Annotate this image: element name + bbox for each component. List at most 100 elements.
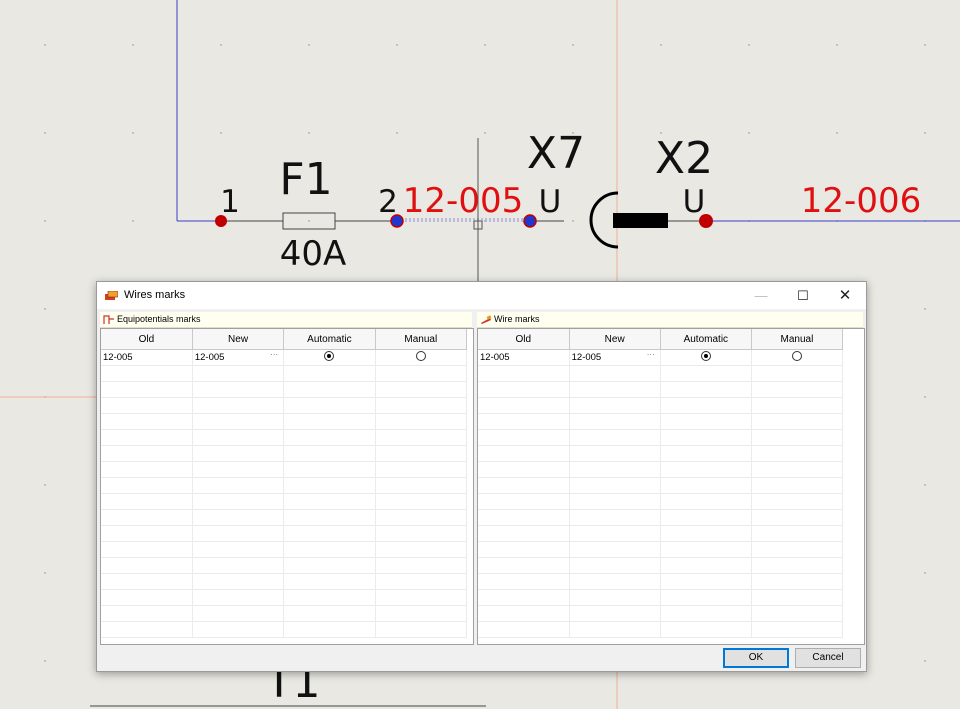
equipotentials-header: Equipotentials marks [100, 312, 472, 328]
wire-mark-12-006[interactable]: 12-006 [801, 181, 921, 221]
empty-cell [283, 573, 376, 590]
empty-cell [192, 621, 285, 638]
grid-dot [44, 44, 46, 46]
empty-cell [101, 525, 193, 542]
empty-row [101, 589, 468, 606]
ellipsis-button[interactable]: ··· [270, 350, 278, 359]
empty-cell [192, 445, 285, 462]
grid-dot [44, 572, 46, 574]
empty-cell [192, 381, 285, 398]
empty-cell [569, 541, 661, 558]
close-button[interactable]: ✕ [824, 282, 866, 309]
connector-plug-symbol[interactable] [613, 213, 668, 228]
grid-dot [220, 132, 222, 134]
grid-dot [396, 44, 398, 46]
empty-cell [101, 429, 193, 446]
column-header-manual[interactable]: Manual [375, 329, 468, 350]
dialog-titlebar[interactable]: Wires marks — ☐ ✕ [97, 282, 866, 309]
cell-new-value[interactable]: 12-005 [572, 352, 602, 363]
empty-cell [478, 541, 570, 558]
table-row[interactable]: 12-005 12-005 ··· [478, 349, 844, 366]
app-icon [105, 291, 118, 300]
empty-row [478, 493, 844, 510]
empty-row [101, 413, 468, 430]
cell-automatic[interactable] [283, 349, 376, 366]
empty-cell [660, 413, 752, 430]
cell-automatic[interactable] [660, 349, 752, 366]
grid-dot [308, 44, 310, 46]
empty-cell [478, 429, 570, 446]
equipotentials-grid[interactable]: Old New Automatic Manual 12-005 12-005 ··… [100, 328, 474, 645]
column-header-old[interactable]: Old [101, 329, 193, 350]
wire-marks-grid[interactable]: Old New Automatic Manual 12-005 12-005 ··… [477, 328, 865, 645]
grid-dot [924, 44, 926, 46]
empty-row [478, 525, 844, 542]
automatic-radio[interactable] [324, 351, 335, 361]
connector-x2-label: X2 [655, 133, 713, 184]
empty-cell [751, 461, 844, 478]
empty-cell [101, 573, 193, 590]
column-header-new[interactable]: New [569, 329, 661, 350]
empty-row [478, 365, 844, 382]
empty-cell [751, 493, 844, 510]
empty-cell [569, 589, 661, 606]
node-x7-u[interactable] [523, 214, 537, 228]
grid-dot [308, 220, 310, 222]
empty-row [478, 477, 844, 494]
empty-row [101, 525, 468, 542]
empty-cell [660, 365, 752, 382]
column-header-old[interactable]: Old [478, 329, 570, 350]
pin-1-label: 1 [220, 184, 240, 220]
wire-marker-icon [481, 315, 492, 324]
column-header-automatic[interactable]: Automatic [660, 329, 752, 350]
fuse-rating-label: 40A [280, 234, 347, 274]
empty-cell [478, 477, 570, 494]
manual-radio[interactable] [415, 351, 426, 361]
cancel-button[interactable]: Cancel [795, 648, 861, 668]
automatic-radio[interactable] [700, 351, 711, 361]
grid-dot [836, 132, 838, 134]
manual-radio[interactable] [791, 351, 802, 361]
empty-cell [283, 477, 376, 494]
equipotentials-table: Old New Automatic Manual 12-005 12-005 ··… [101, 329, 468, 638]
empty-cell [283, 541, 376, 558]
empty-cell [478, 525, 570, 542]
empty-cell [751, 413, 844, 430]
minimize-button[interactable]: — [740, 282, 782, 309]
ok-button[interactable]: OK [723, 648, 789, 668]
empty-cell [283, 557, 376, 574]
grid-dot [220, 44, 222, 46]
cell-manual[interactable] [375, 349, 468, 366]
empty-cell [569, 397, 661, 414]
column-header-manual[interactable]: Manual [751, 329, 844, 350]
empty-cell [751, 365, 844, 382]
empty-cell [283, 381, 376, 398]
cell-manual[interactable] [751, 349, 844, 366]
empty-cell [283, 365, 376, 382]
empty-cell [569, 413, 661, 430]
column-header-new[interactable]: New [192, 329, 285, 350]
grid-dot [44, 308, 46, 310]
cell-new[interactable]: 12-005 ··· [569, 349, 661, 366]
empty-cell [375, 509, 468, 526]
table-row[interactable]: 12-005 12-005 ··· [101, 349, 468, 366]
empty-row [101, 621, 468, 638]
grid-dot [396, 132, 398, 134]
empty-cell [660, 525, 752, 542]
empty-row [101, 397, 468, 414]
column-header-automatic[interactable]: Automatic [283, 329, 376, 350]
grid-dot [44, 220, 46, 222]
cell-new[interactable]: 12-005 ··· [192, 349, 285, 366]
grid-dot [924, 660, 926, 662]
empty-row [101, 445, 468, 462]
empty-cell [569, 365, 661, 382]
empty-cell [101, 413, 193, 430]
grid-dot [924, 484, 926, 486]
cell-new-value[interactable]: 12-005 [195, 352, 225, 363]
empty-row [478, 509, 844, 526]
pin-x2-u-label: U [683, 184, 706, 220]
maximize-button[interactable]: ☐ [782, 282, 824, 309]
ellipsis-button[interactable]: ··· [647, 350, 655, 359]
empty-row [101, 509, 468, 526]
wire-mark-12-005[interactable]: 12-005 [403, 181, 523, 221]
